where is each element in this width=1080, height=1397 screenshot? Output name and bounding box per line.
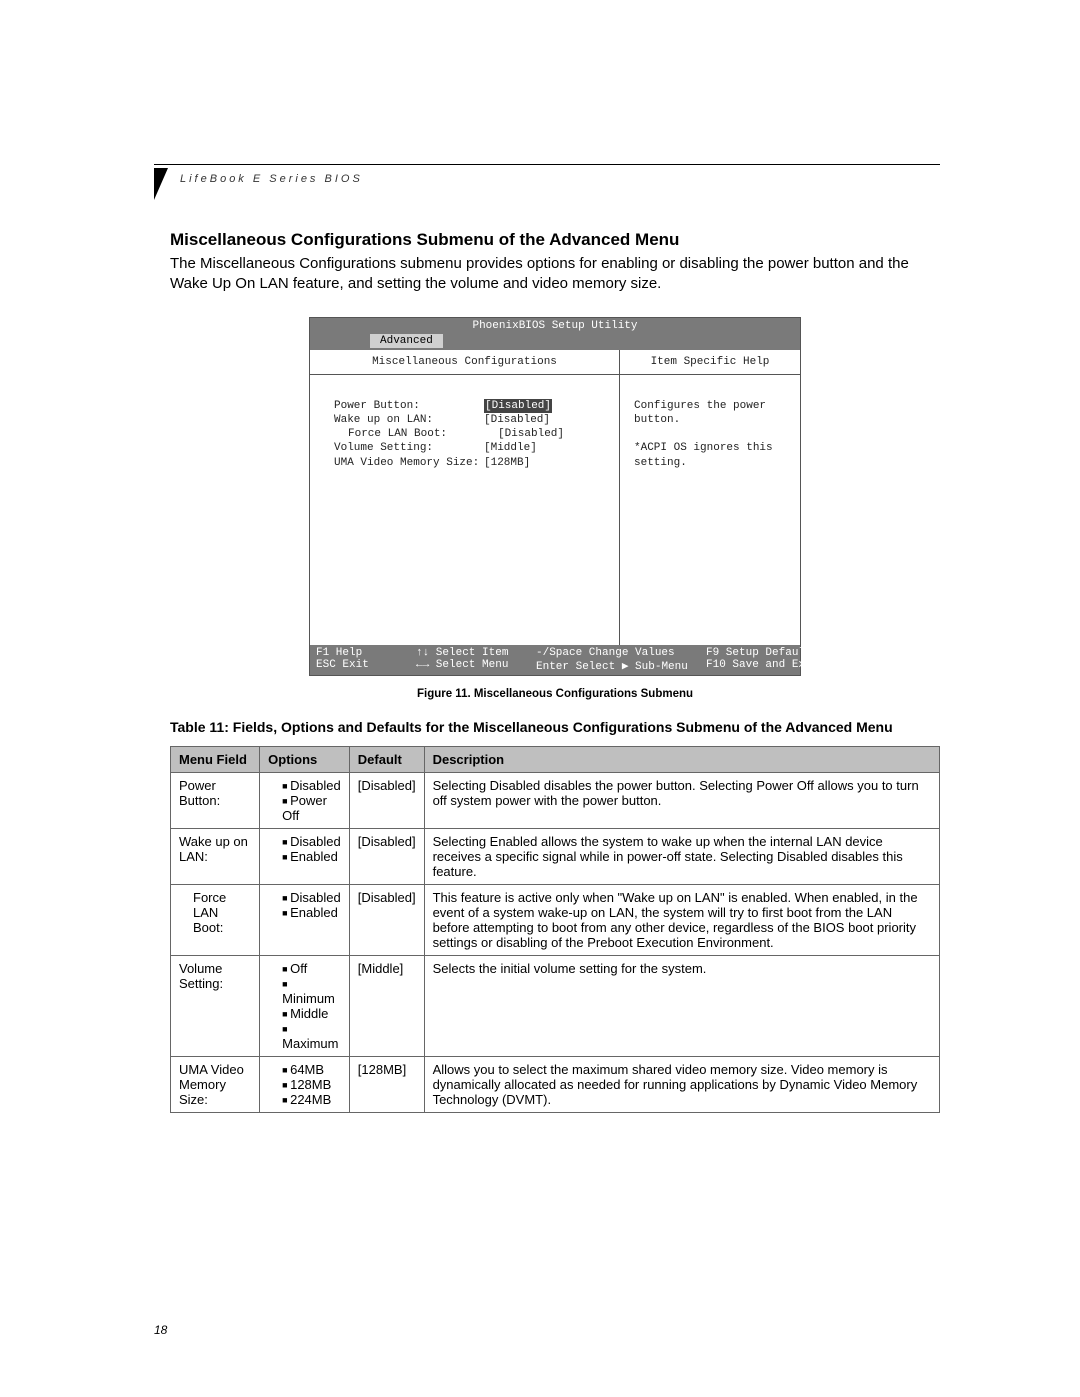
option-item: Disabled [282,890,341,905]
running-header: LifeBook E Series BIOS [180,173,363,185]
cell-options: DisabledEnabled [260,885,350,956]
option-item: Power Off [282,793,341,823]
bios-key-f10: F10 Save and Exit [706,659,816,673]
cell-description: Selects the initial volume setting for t… [424,956,939,1057]
page-number: 18 [154,1323,167,1337]
bios-setting-label: UMA Video Memory Size: [334,456,484,470]
bios-setting-label: Wake up on LAN: [334,413,484,427]
option-item: Disabled [282,778,341,793]
bios-tab-bar: Advanced [310,334,800,350]
cell-description: Selecting Enabled allows the system to w… [424,829,939,885]
bios-setting-value: [Disabled] [498,427,564,441]
option-item: Middle [282,1006,341,1021]
bios-setting-label: Power Button: [334,399,484,413]
bios-title-bar: PhoenixBIOS Setup Utility [310,318,800,334]
cell-default: [128MB] [349,1057,424,1113]
bios-key-enter: Enter Select ▶ Sub-Menu [536,659,706,673]
bios-setting-value: [Middle] [484,441,537,455]
bios-help-line: *ACPI OS ignores this [634,441,786,455]
option-item: Enabled [282,905,341,920]
table-row: UMA Video Memory Size:64MB128MB224MB[128… [171,1057,940,1113]
cell-default: [Middle] [349,956,424,1057]
bios-help-area: Configures the powerbutton. *ACPI OS ign… [620,375,800,645]
option-item: 224MB [282,1092,341,1107]
bios-setting-row: Force LAN Boot:[Disabled] [334,427,609,441]
bios-right-heading: Item Specific Help [620,350,800,375]
option-item: 128MB [282,1077,341,1092]
intro-paragraph: The Miscellaneous Configurations submenu… [170,254,940,295]
table-row: Wake up on LAN:DisabledEnabled[Disabled]… [171,829,940,885]
bios-help-line: Configures the power [634,399,786,413]
bios-key-space: -/Space Change Values [536,647,706,659]
cell-default: [Disabled] [349,773,424,829]
bios-setting-label: Force LAN Boot: [334,427,498,441]
cell-default: [Disabled] [349,885,424,956]
header-rule [154,164,940,165]
bios-help-line: button. [634,413,786,427]
table-header-cell: Options [260,747,350,773]
options-table: Menu FieldOptionsDefaultDescription Powe… [170,746,940,1113]
table-header-cell: Description [424,747,939,773]
bios-setting-label: Volume Setting: [334,441,484,455]
bios-setting-value: [128MB] [484,456,530,470]
bios-settings-area: Power Button:[Disabled]Wake up on LAN:[D… [310,375,619,645]
cell-menu-field: UMA Video Memory Size: [171,1057,260,1113]
table-row: Force LAN Boot:DisabledEnabled[Disabled]… [171,885,940,956]
section-title: Miscellaneous Configurations Submenu of … [170,230,940,250]
cell-description: Allows you to select the maximum shared … [424,1057,939,1113]
option-item: Off [282,961,341,976]
bios-left-heading: Miscellaneous Configurations [310,350,619,375]
bios-setting-row: Wake up on LAN:[Disabled] [334,413,609,427]
bios-setting-value: [Disabled] [484,399,552,413]
cell-description: This feature is active only when "Wake u… [424,885,939,956]
bios-footer: F1 Help ↑↓ Select Item -/Space Change Va… [310,645,800,675]
cell-menu-field: Force LAN Boot: [171,885,260,956]
cell-description: Selecting Disabled disables the power bu… [424,773,939,829]
table-header-cell: Default [349,747,424,773]
bios-key-updown: ↑↓ Select Item [416,647,536,659]
header-triangle-icon [154,168,168,200]
bios-help-line [634,427,786,441]
option-item: Disabled [282,834,341,849]
figure-caption: Figure 11. Miscellaneous Configurations … [170,688,940,700]
table-row: Volume Setting:OffMinimumMiddleMaximum[M… [171,956,940,1057]
cell-menu-field: Volume Setting: [171,956,260,1057]
bios-setting-value: [Disabled] [484,413,550,427]
option-item: 64MB [282,1062,341,1077]
cell-options: 64MB128MB224MB [260,1057,350,1113]
table-header-row: Menu FieldOptionsDefaultDescription [171,747,940,773]
cell-menu-field: Wake up on LAN: [171,829,260,885]
cell-options: OffMinimumMiddleMaximum [260,956,350,1057]
table-caption: Table 11: Fields, Options and Defaults f… [170,718,940,737]
bios-setting-row: UMA Video Memory Size:[128MB] [334,456,609,470]
table-header-cell: Menu Field [171,747,260,773]
cell-default: [Disabled] [349,829,424,885]
bios-key-f9: F9 Setup Defaults [706,647,816,659]
option-item: Minimum [282,976,341,1006]
option-item: Enabled [282,849,341,864]
cell-options: DisabledEnabled [260,829,350,885]
bios-key-esc: ESC Exit [316,659,416,673]
bios-setting-row: Power Button:[Disabled] [334,399,609,413]
bios-screenshot: PhoenixBIOS Setup Utility Advanced Misce… [309,317,801,676]
cell-options: DisabledPower Off [260,773,350,829]
table-row: Power Button:DisabledPower Off[Disabled]… [171,773,940,829]
bios-tab-advanced: Advanced [370,334,443,348]
bios-setting-row: Volume Setting:[Middle] [334,441,609,455]
option-item: Maximum [282,1021,341,1051]
cell-menu-field: Power Button: [171,773,260,829]
bios-key-f1: F1 Help [316,647,416,659]
bios-key-leftright: ←→ Select Menu [416,659,536,673]
bios-help-line: setting. [634,456,786,470]
